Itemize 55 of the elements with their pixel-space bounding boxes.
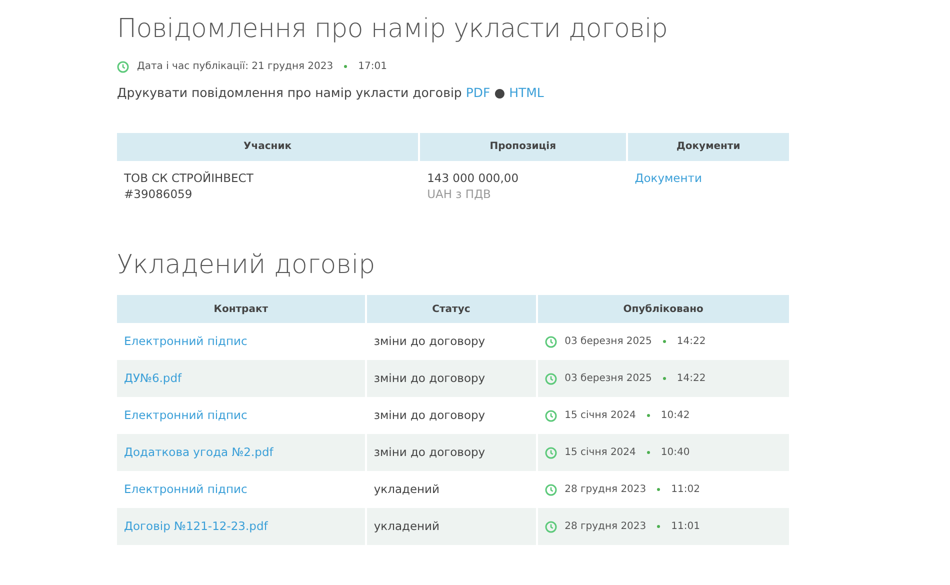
separator-dot-icon xyxy=(344,65,348,68)
clock-icon xyxy=(544,446,557,459)
column-header: Контракт xyxy=(117,295,365,324)
separator-dot-icon xyxy=(662,340,666,344)
clock-icon xyxy=(544,336,557,348)
section-title: Укладений договір xyxy=(117,250,376,282)
column-header: Учасник xyxy=(117,132,418,161)
separator-dot-icon xyxy=(662,377,666,380)
published-date: 28 грудня 2023 xyxy=(564,483,646,498)
published-time: 10:40 xyxy=(660,446,690,460)
published-date: 15 січня 2024 xyxy=(564,409,636,424)
clock-icon xyxy=(544,520,557,533)
published-time: 11:02 xyxy=(671,483,700,498)
separator-dot-icon xyxy=(657,525,660,528)
published-time: 10:42 xyxy=(660,409,690,424)
status-text: зміни до договору xyxy=(374,371,486,385)
status-text: укладений xyxy=(374,519,440,533)
documents-link[interactable]: Документи xyxy=(634,170,702,185)
participant-code: #39086059 xyxy=(124,186,194,202)
column-header: Опубліковано xyxy=(538,295,789,324)
publication-time: 17:01 xyxy=(358,60,387,74)
clock-icon xyxy=(544,484,557,496)
clock-icon xyxy=(544,410,557,422)
clock-icon xyxy=(117,60,129,73)
status-text: укладений xyxy=(374,482,440,496)
offer-amount: 143 000 000,00 xyxy=(427,170,520,186)
separator: ● xyxy=(494,85,506,100)
status-text: зміни до договору xyxy=(374,445,486,459)
publication-date: Дата і час публікації: 21 грудня 2023 xyxy=(137,60,334,74)
contract-link[interactable]: Електронний підпис xyxy=(124,408,248,422)
column-header: Пропозиція xyxy=(420,132,626,161)
print-label: Друкувати повідомлення про намір укласти договір xyxy=(117,85,462,100)
column-header: Статус xyxy=(366,295,536,324)
published-date: 03 березня 2025 xyxy=(564,372,652,386)
contract-link[interactable]: ДУ№6.pdf xyxy=(124,371,182,385)
published-date: 03 березня 2025 xyxy=(564,335,652,350)
page-title: Повідомлення про намір укласти договір xyxy=(117,14,669,46)
published-time: 14:22 xyxy=(676,372,706,386)
offer-currency: UAH з ПДВ xyxy=(427,186,492,202)
published-time: 14:22 xyxy=(676,335,706,350)
clock-icon xyxy=(544,372,557,385)
published-date: 15 січня 2024 xyxy=(564,446,636,460)
column-header: Документи xyxy=(628,132,789,161)
separator-dot-icon xyxy=(646,451,650,454)
participant-name: ТОВ СК СТРОЙІНВЕСТ xyxy=(124,170,254,186)
status-text: зміни до договору xyxy=(374,408,486,422)
separator-dot-icon xyxy=(657,488,660,492)
status-text: зміни до договору xyxy=(374,334,486,348)
separator-dot-icon xyxy=(646,414,650,418)
published-time: 11:01 xyxy=(671,520,700,534)
print-link[interactable]: PDF xyxy=(466,85,490,100)
print-link[interactable]: HTML xyxy=(509,85,544,100)
contract-link[interactable]: Електронний підпис xyxy=(124,482,248,496)
contract-link[interactable]: Електронний підпис xyxy=(124,334,248,348)
published-date: 28 грудня 2023 xyxy=(564,520,646,534)
